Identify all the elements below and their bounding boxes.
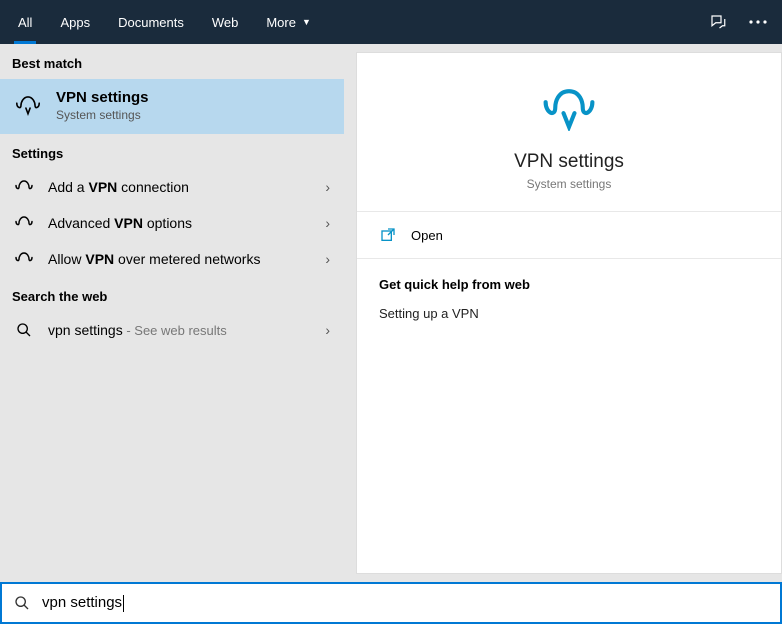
tab-label: More <box>266 15 296 30</box>
open-icon <box>379 226 397 244</box>
settings-item-add-vpn[interactable]: Add a VPN connection › <box>0 169 344 205</box>
search-bar[interactable]: vpn settings <box>0 582 782 624</box>
settings-item-label: Add a VPN connection <box>48 179 311 195</box>
search-input[interactable]: vpn settings <box>42 594 768 612</box>
chevron-right-icon: › <box>325 179 330 195</box>
preview-title: VPN settings <box>514 151 624 173</box>
settings-header: Settings <box>0 134 344 169</box>
vpn-icon <box>14 177 34 197</box>
best-match-sub: System settings <box>56 108 149 122</box>
vpn-icon <box>14 213 34 233</box>
tab-apps[interactable]: Apps <box>46 0 104 44</box>
best-match-header: Best match <box>0 44 344 79</box>
preview-card: VPN settings System settings Open Get qu… <box>356 52 782 574</box>
best-match-text: VPN settings System settings <box>56 89 149 122</box>
tab-label: Apps <box>60 15 90 30</box>
help-link-setup-vpn[interactable]: Setting up a VPN <box>379 306 759 321</box>
chevron-right-icon: › <box>325 215 330 231</box>
search-icon <box>14 320 34 340</box>
quick-help-section: Get quick help from web Setting up a VPN <box>357 259 781 339</box>
tab-label: All <box>18 15 32 30</box>
text-caret <box>123 595 124 612</box>
chevron-right-icon: › <box>325 251 330 267</box>
quick-help-title: Get quick help from web <box>379 277 759 292</box>
filter-tabs: All Apps Documents Web More ▼ <box>0 0 782 44</box>
best-match-item[interactable]: VPN settings System settings <box>0 79 344 134</box>
search-value: vpn settings <box>42 594 122 611</box>
open-action[interactable]: Open <box>357 212 781 259</box>
settings-item-label: Advanced VPN options <box>48 215 311 231</box>
tab-web[interactable]: Web <box>198 0 253 44</box>
settings-item-label: Allow VPN over metered networks <box>48 251 311 267</box>
tab-label: Documents <box>118 15 184 30</box>
search-icon <box>14 595 30 611</box>
tab-documents[interactable]: Documents <box>104 0 198 44</box>
tab-all[interactable]: All <box>4 0 46 44</box>
open-label: Open <box>411 228 443 243</box>
preview-pane: VPN settings System settings Open Get qu… <box>344 44 782 582</box>
best-match-title: VPN settings <box>56 89 149 106</box>
vpn-icon <box>14 92 42 120</box>
vpn-icon <box>541 81 597 137</box>
chevron-down-icon: ▼ <box>302 17 311 27</box>
settings-item-metered-vpn[interactable]: Allow VPN over metered networks › <box>0 241 344 277</box>
web-header: Search the web <box>0 277 344 312</box>
vpn-icon <box>14 249 34 269</box>
web-result-item[interactable]: vpn settings - See web results › <box>0 312 344 348</box>
preview-hero: VPN settings System settings <box>357 53 781 212</box>
feedback-icon[interactable] <box>698 0 738 44</box>
results-list: Best match VPN settings System settings … <box>0 44 344 582</box>
content-area: Best match VPN settings System settings … <box>0 44 782 582</box>
more-options-icon[interactable] <box>738 0 778 44</box>
settings-item-advanced-vpn[interactable]: Advanced VPN options › <box>0 205 344 241</box>
tab-label: Web <box>212 15 239 30</box>
chevron-right-icon: › <box>325 322 330 338</box>
web-result-label: vpn settings - See web results <box>48 322 311 338</box>
preview-sub: System settings <box>527 177 612 191</box>
tab-more[interactable]: More ▼ <box>252 0 325 44</box>
